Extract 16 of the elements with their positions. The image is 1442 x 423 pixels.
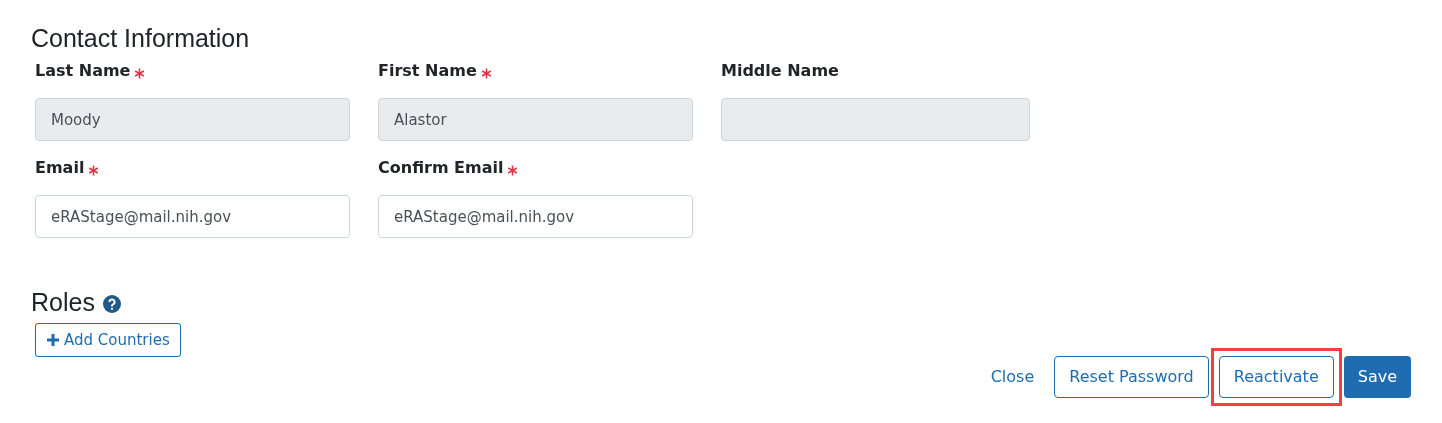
- field-label: Last Name: [35, 60, 131, 82]
- close-link[interactable]: Close: [978, 356, 1047, 398]
- field-label: Confirm Email: [378, 157, 504, 179]
- plus-icon: [46, 333, 60, 347]
- action-button[interactable]: Reactivate: [1218, 356, 1334, 398]
- section-heading: Contact Information: [31, 23, 251, 54]
- help-icon[interactable]: [102, 295, 121, 313]
- field-label: Middle Name: [721, 60, 839, 82]
- text-field[interactable]: eRAStage@mail.nih.gov: [378, 195, 693, 238]
- text-field[interactable]: eRAStage@mail.nih.gov: [35, 195, 350, 238]
- field-label: Email: [35, 157, 85, 179]
- action-button[interactable]: Save: [1343, 356, 1411, 398]
- action-button[interactable]: Reset Password: [1054, 356, 1209, 398]
- field-label: First Name: [378, 60, 477, 82]
- section-heading: Roles: [31, 287, 95, 318]
- add-countries-button[interactable]: Add Countries: [35, 323, 181, 357]
